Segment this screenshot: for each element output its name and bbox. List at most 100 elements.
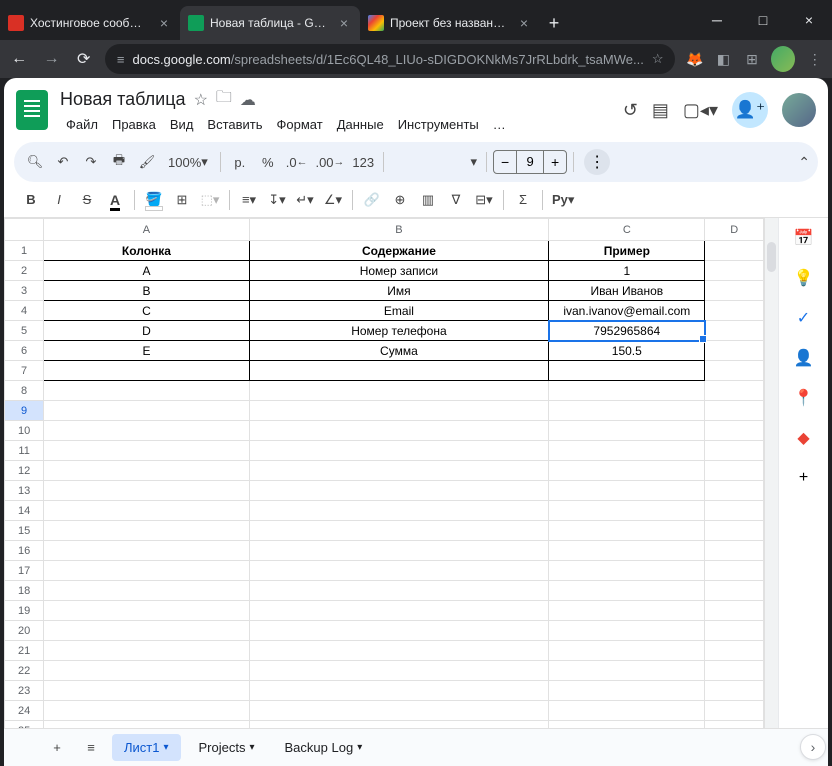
- cell[interactable]: Email: [249, 301, 548, 321]
- browser-tab-1[interactable]: Новая таблица - Google Т×: [180, 6, 360, 40]
- extension-icon[interactable]: ◧: [714, 49, 733, 69]
- cell[interactable]: D: [44, 321, 250, 341]
- cell[interactable]: [705, 421, 764, 441]
- cell[interactable]: [249, 701, 548, 721]
- cell[interactable]: [44, 461, 250, 481]
- cell[interactable]: Номер записи: [249, 261, 548, 281]
- cell[interactable]: [549, 421, 705, 441]
- move-icon[interactable]: 🗀: [216, 86, 232, 113]
- row-header[interactable]: 22: [5, 661, 44, 681]
- cell[interactable]: [549, 361, 705, 381]
- cell[interactable]: Имя: [249, 281, 548, 301]
- redo-icon[interactable]: ↷: [78, 148, 104, 176]
- cell[interactable]: [705, 241, 764, 261]
- italic-button[interactable]: I: [46, 186, 72, 214]
- cell[interactable]: [249, 381, 548, 401]
- cell[interactable]: [705, 681, 764, 701]
- row-header[interactable]: 25: [5, 721, 44, 729]
- row-header[interactable]: 12: [5, 461, 44, 481]
- row-header[interactable]: 6: [5, 341, 44, 361]
- menu-tools[interactable]: Инструменты: [392, 115, 485, 134]
- cell[interactable]: 1: [549, 261, 705, 281]
- menu-more[interactable]: …: [487, 115, 512, 134]
- cell[interactable]: [705, 401, 764, 421]
- row-header[interactable]: 20: [5, 621, 44, 641]
- increase-decimal-button[interactable]: .00→: [312, 148, 347, 176]
- forward-button[interactable]: →: [40, 50, 62, 68]
- cell[interactable]: [705, 581, 764, 601]
- star-icon[interactable]: ☆: [194, 90, 208, 110]
- menu-file[interactable]: Файл: [60, 115, 104, 134]
- row-header[interactable]: 8: [5, 381, 44, 401]
- cell[interactable]: [44, 441, 250, 461]
- cell[interactable]: [249, 561, 548, 581]
- fill-color-button[interactable]: 🪣: [141, 186, 167, 214]
- cell[interactable]: [249, 501, 548, 521]
- maps-icon[interactable]: 📍: [794, 388, 814, 408]
- wrap-button[interactable]: ↵▾: [292, 186, 318, 214]
- row-header[interactable]: 3: [5, 281, 44, 301]
- cell[interactable]: A: [44, 261, 250, 281]
- row-header[interactable]: 18: [5, 581, 44, 601]
- cell[interactable]: [705, 501, 764, 521]
- browser-tab-2[interactable]: Проект без названия - Ре×: [360, 6, 540, 40]
- toolbar-more-icon[interactable]: ⋮: [584, 149, 610, 175]
- contacts-icon[interactable]: 👤: [794, 348, 814, 368]
- doc-title[interactable]: Новая таблица: [60, 89, 186, 110]
- cell[interactable]: [44, 721, 250, 729]
- row-header[interactable]: 1: [5, 241, 44, 261]
- maximize-button[interactable]: □: [740, 0, 786, 40]
- add-addon-icon[interactable]: +: [794, 468, 814, 488]
- cell[interactable]: [549, 461, 705, 481]
- font-size-increase[interactable]: +: [544, 154, 566, 170]
- row-header[interactable]: 24: [5, 701, 44, 721]
- cell[interactable]: [705, 661, 764, 681]
- row-header[interactable]: 16: [5, 541, 44, 561]
- col-header[interactable]: A: [44, 219, 250, 241]
- currency-button[interactable]: р.: [227, 148, 253, 176]
- cell[interactable]: [705, 721, 764, 729]
- close-window-button[interactable]: ×: [786, 0, 832, 40]
- text-color-button[interactable]: A: [102, 186, 128, 214]
- cell[interactable]: [44, 541, 250, 561]
- halign-button[interactable]: ≡▾: [236, 186, 262, 214]
- cell[interactable]: ivan.ivanov@email.com: [549, 301, 705, 321]
- sheet-tab[interactable]: Projects ▾: [187, 734, 267, 761]
- close-icon[interactable]: ×: [516, 15, 532, 31]
- comment-add-button[interactable]: ⊕: [387, 186, 413, 214]
- site-info-icon[interactable]: ≡: [117, 52, 125, 67]
- cell[interactable]: [549, 381, 705, 401]
- menu-edit[interactable]: Правка: [106, 115, 162, 134]
- cell[interactable]: [705, 261, 764, 281]
- sheet-tab[interactable]: Backup Log ▾: [273, 734, 375, 761]
- cell[interactable]: Иван Иванов: [549, 281, 705, 301]
- extension-metamask-icon[interactable]: 🦊: [685, 49, 704, 69]
- undo-icon[interactable]: ↶: [50, 148, 76, 176]
- minimize-button[interactable]: ─: [694, 0, 740, 40]
- cell[interactable]: Сумма: [249, 341, 548, 361]
- add-sheet-button[interactable]: +: [44, 734, 70, 762]
- zoom-select[interactable]: 100% ▾: [162, 148, 214, 176]
- extensions-puzzle-icon[interactable]: ⊞: [743, 49, 762, 69]
- cell[interactable]: [249, 721, 548, 729]
- cell[interactable]: C: [44, 301, 250, 321]
- cell[interactable]: 7952965864: [549, 321, 705, 341]
- python-button[interactable]: Py▾: [549, 186, 577, 214]
- row-header[interactable]: 14: [5, 501, 44, 521]
- cell[interactable]: [549, 441, 705, 461]
- cell[interactable]: [249, 601, 548, 621]
- cell[interactable]: [549, 641, 705, 661]
- cell[interactable]: [549, 401, 705, 421]
- cell[interactable]: [249, 581, 548, 601]
- col-header[interactable]: D: [705, 219, 764, 241]
- print-icon[interactable]: 🖶: [106, 148, 132, 176]
- cell[interactable]: [549, 581, 705, 601]
- functions-button[interactable]: Σ: [510, 186, 536, 214]
- reload-button[interactable]: ⟳: [73, 49, 95, 69]
- row-header[interactable]: 10: [5, 421, 44, 441]
- cell[interactable]: [249, 461, 548, 481]
- merge-cells-button[interactable]: ⬚▾: [197, 186, 223, 214]
- row-header[interactable]: 19: [5, 601, 44, 621]
- cell[interactable]: [44, 481, 250, 501]
- sheets-logo-icon[interactable]: [16, 90, 48, 130]
